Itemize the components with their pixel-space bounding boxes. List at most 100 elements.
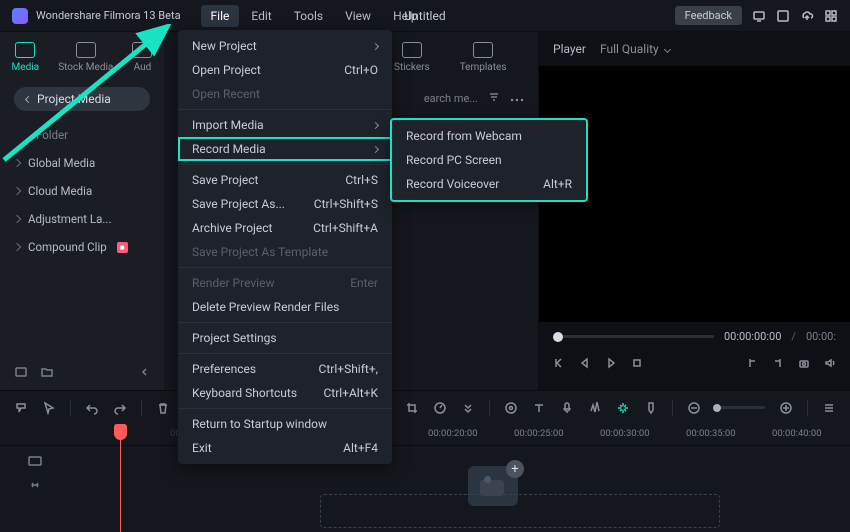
time-ruler[interactable]: 00 00:00:05:00 00:00:10:00 00:00:15:00 0… xyxy=(0,424,850,446)
quality-label: Full Quality xyxy=(600,42,659,56)
zoom-out-icon[interactable] xyxy=(687,401,701,415)
pointer-tool-icon[interactable] xyxy=(42,401,56,415)
menu-save-project[interactable]: Save ProjectCtrl+S xyxy=(178,168,392,192)
more-icon[interactable] xyxy=(510,92,524,105)
ruler-tick: 00:00:20:00 xyxy=(428,428,478,439)
menu-open-project[interactable]: Open ProjectCtrl+O xyxy=(178,58,392,82)
menu-record-media[interactable]: Record Media xyxy=(178,137,392,161)
play-backward-icon[interactable] xyxy=(579,357,591,369)
sidebar-cloud-media[interactable]: Cloud Media xyxy=(4,177,160,205)
menu-exit[interactable]: ExitAlt+F4 xyxy=(178,436,392,460)
auto-reframe-icon[interactable] xyxy=(616,401,630,415)
menu-keyboard-shortcuts[interactable]: Keyboard ShortcutsCtrl+Alt+K xyxy=(178,381,392,405)
search-input[interactable]: earch me... xyxy=(424,92,478,105)
submenu-arrow-icon xyxy=(372,121,379,128)
tab-media[interactable]: Media xyxy=(10,40,42,75)
undo-icon[interactable] xyxy=(85,401,99,415)
sidebar-compound-clip[interactable]: Compound Clip■ xyxy=(4,233,160,261)
chevron-right-icon xyxy=(13,187,21,195)
selection-tool-icon[interactable] xyxy=(14,401,28,415)
submenu-record-webcam[interactable]: Record from Webcam xyxy=(392,124,586,148)
timeline-drop-zone[interactable] xyxy=(320,494,720,528)
tab-stickers[interactable]: Stickers xyxy=(392,40,432,75)
separator xyxy=(489,400,490,416)
more-tools-icon[interactable] xyxy=(461,401,475,415)
sidebar-global-media[interactable]: Global Media xyxy=(4,149,160,177)
scrub-handle[interactable] xyxy=(553,332,563,342)
sidebar-project-media[interactable]: Project Media xyxy=(14,87,150,111)
audio-mix-icon[interactable] xyxy=(588,401,602,415)
player-controls xyxy=(539,351,850,379)
sidebar-adjustment-layer[interactable]: Adjustment La... xyxy=(4,205,160,233)
zoom-slider[interactable] xyxy=(715,406,765,409)
delete-icon[interactable] xyxy=(156,401,170,415)
marker-icon[interactable] xyxy=(644,401,658,415)
playhead-cap-icon[interactable] xyxy=(114,424,127,440)
apps-grid-icon[interactable] xyxy=(824,9,838,23)
menu-import-media[interactable]: Import Media xyxy=(178,113,392,137)
mic-icon[interactable] xyxy=(560,401,574,415)
volume-icon[interactable] xyxy=(824,357,836,369)
list-view-icon[interactable] xyxy=(822,401,836,415)
stickers-icon xyxy=(402,42,422,58)
new-bin-icon[interactable] xyxy=(14,365,28,382)
link-track-icon[interactable] xyxy=(27,478,43,492)
menu-label: Render Preview xyxy=(192,276,274,290)
prev-frame-icon[interactable] xyxy=(553,357,565,369)
chevron-down-icon xyxy=(25,95,32,102)
menu-new-project[interactable]: New Project xyxy=(178,34,392,58)
menu-save-project-as[interactable]: Save Project As...Ctrl+Shift+S xyxy=(178,192,392,216)
scrub-track[interactable] xyxy=(553,335,714,338)
menu-tools[interactable]: Tools xyxy=(284,5,333,27)
submenu-record-voiceover[interactable]: Record VoiceoverAlt+R xyxy=(392,172,586,196)
menu-view[interactable]: View xyxy=(335,5,381,27)
submenu-record-screen[interactable]: Record PC Screen xyxy=(392,148,586,172)
menu-return-startup[interactable]: Return to Startup window xyxy=(178,412,392,436)
feedback-button[interactable]: Feedback xyxy=(675,6,742,25)
speed-icon[interactable] xyxy=(433,401,447,415)
playhead[interactable] xyxy=(120,424,121,532)
menu-delete-render-files[interactable]: Delete Preview Render Files xyxy=(178,295,392,319)
menu-archive-project[interactable]: Archive ProjectCtrl+Shift+A xyxy=(178,216,392,240)
folder-icon[interactable] xyxy=(40,365,54,382)
display-icon[interactable] xyxy=(752,9,766,23)
save-cloud-icon[interactable] xyxy=(776,9,790,23)
menu-file[interactable]: File xyxy=(201,5,240,27)
play-icon[interactable] xyxy=(605,357,617,369)
snapshot-icon[interactable] xyxy=(798,357,810,369)
text-icon[interactable] xyxy=(532,401,546,415)
video-track-icon[interactable] xyxy=(27,454,43,468)
tab-audio-label: Aud xyxy=(134,62,152,73)
redo-icon[interactable] xyxy=(113,401,127,415)
tab-audio[interactable]: Aud xyxy=(130,40,154,75)
separator xyxy=(807,400,808,416)
sidebar-folder[interactable]: Folder xyxy=(4,121,160,149)
cloud-upload-icon[interactable] xyxy=(800,9,814,23)
tab-stock-media[interactable]: Stock Media xyxy=(56,40,115,75)
tab-templates[interactable]: Templates xyxy=(458,40,509,75)
color-icon[interactable] xyxy=(504,401,518,415)
stop-icon[interactable] xyxy=(631,357,643,369)
quality-select[interactable]: Full Quality xyxy=(600,42,670,56)
track-header xyxy=(0,446,70,532)
zoom-in-icon[interactable] xyxy=(779,401,793,415)
sun-icon xyxy=(484,476,491,483)
mark-in-icon[interactable] xyxy=(746,357,758,369)
sidebar-item-label: Compound Clip xyxy=(28,240,107,254)
zoom-handle[interactable] xyxy=(713,404,721,412)
titlebar-right: Feedback xyxy=(675,6,838,25)
separator xyxy=(141,400,142,416)
menu-separator xyxy=(178,164,392,165)
collapse-panel-icon[interactable] xyxy=(140,366,150,380)
menu-label: Record Voiceover xyxy=(406,177,499,191)
add-media-icon[interactable]: + xyxy=(506,460,524,478)
filter-icon[interactable] xyxy=(488,91,500,106)
search-area: earch me... xyxy=(424,91,524,106)
submenu-arrow-icon xyxy=(372,42,379,49)
crop-icon[interactable] xyxy=(405,401,419,415)
menu-preferences[interactable]: PreferencesCtrl+Shift+, xyxy=(178,357,392,381)
menu-separator xyxy=(178,322,392,323)
menu-project-settings[interactable]: Project Settings xyxy=(178,326,392,350)
menu-edit[interactable]: Edit xyxy=(241,5,281,27)
mark-out-icon[interactable] xyxy=(772,357,784,369)
